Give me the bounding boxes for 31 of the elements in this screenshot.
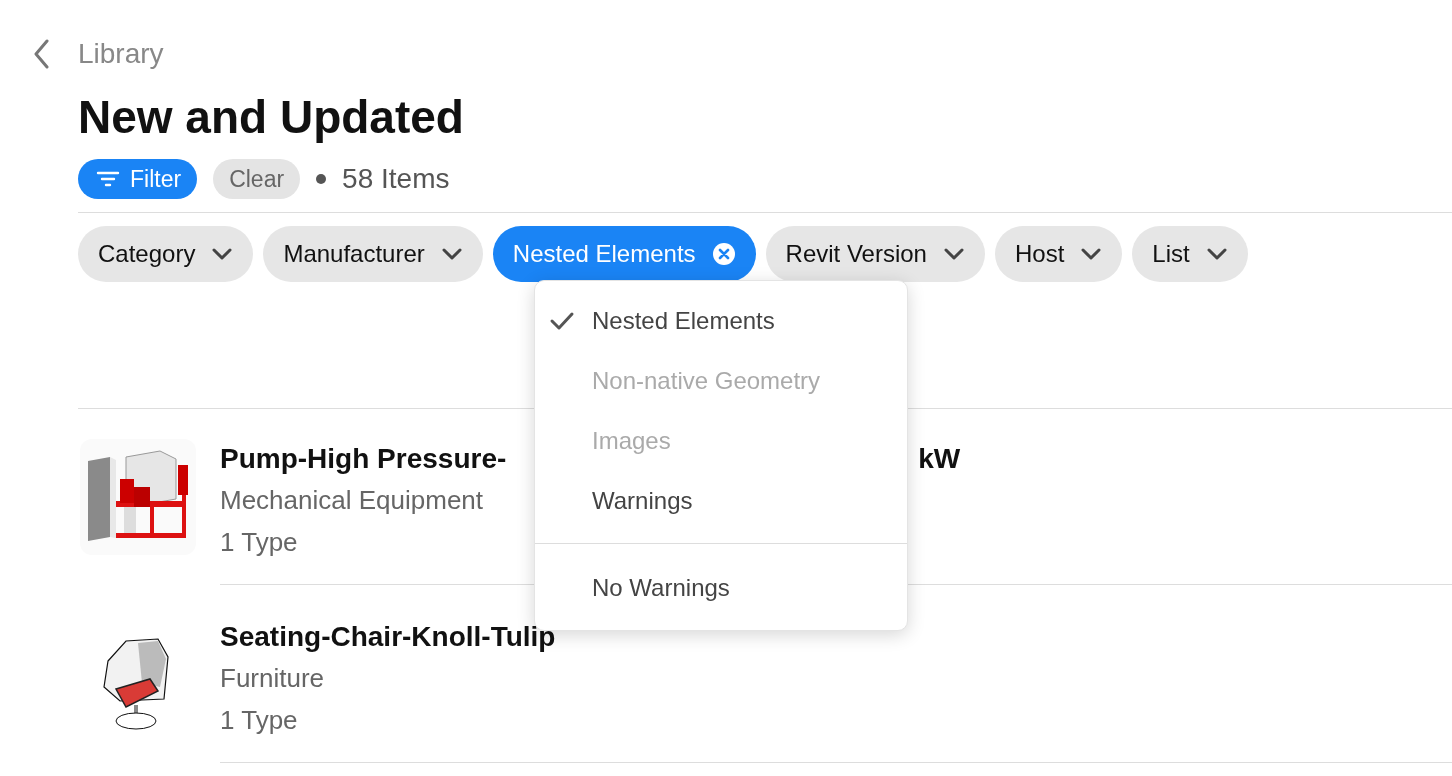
bullet-icon: [316, 174, 327, 184]
menu-option[interactable]: Nested Elements: [535, 291, 907, 351]
filter-chip[interactable]: List: [1132, 226, 1248, 282]
chevron-down-icon: [1080, 247, 1103, 261]
item-category: Mechanical Equipment: [220, 484, 484, 517]
clear-icon: [711, 242, 736, 266]
menu-option[interactable]: Warnings: [535, 471, 907, 531]
chevron-down-icon: [1205, 247, 1228, 261]
item-count: 58 Items: [342, 163, 450, 195]
item-title[interactable]: Seating-Chair-Knoll-Tulip: [220, 621, 556, 653]
type-count: 1 Type: [220, 704, 298, 737]
filter-chip[interactable]: Revit Version: [765, 226, 985, 282]
page-title: New and Updated: [78, 90, 465, 145]
chevron-down-icon: [211, 247, 234, 261]
filter-chip[interactable]: Manufacturer: [263, 226, 483, 282]
item-title[interactable]: Pump-High Pressure-: [220, 443, 507, 475]
item-category: Furniture: [220, 662, 325, 695]
item-title[interactable]: kW: [918, 443, 961, 475]
back-chevron-icon: [34, 39, 50, 69]
menu-option[interactable]: No Warnings: [535, 558, 907, 618]
checkmark-icon: [549, 311, 575, 331]
filter-chip[interactable]: Nested Elements: [492, 226, 756, 282]
clear-button[interactable]: Clear: [213, 159, 301, 199]
filter-chip[interactable]: Category: [78, 226, 254, 282]
chevron-down-icon: [440, 247, 463, 261]
filter-chip[interactable]: Host: [994, 226, 1123, 282]
type-count: 1 Type: [220, 526, 298, 559]
chevron-down-icon: [942, 247, 965, 261]
back-button[interactable]: Library: [34, 38, 164, 70]
filter-icon: [96, 170, 120, 188]
filter-button[interactable]: Filter: [78, 159, 198, 199]
